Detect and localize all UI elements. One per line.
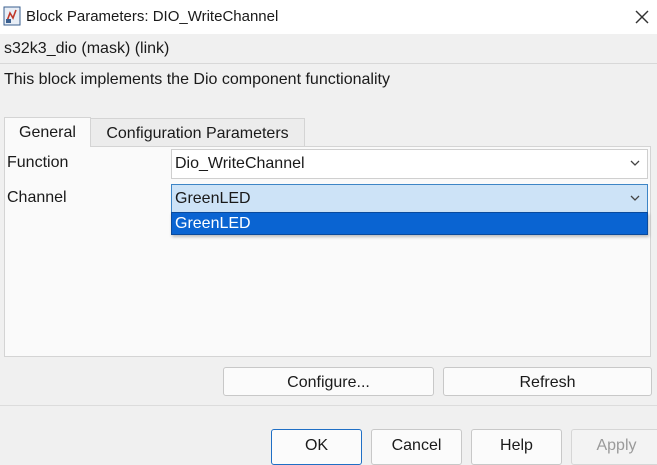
simulink-block-icon bbox=[3, 6, 21, 26]
window-title: Block Parameters: DIO_WriteChannel bbox=[26, 8, 279, 25]
tab-general[interactable]: General bbox=[4, 117, 91, 147]
channel-select-value: GreenLED bbox=[175, 190, 251, 207]
title-bar: Block Parameters: DIO_WriteChannel bbox=[0, 0, 657, 34]
cancel-button[interactable]: Cancel bbox=[371, 429, 462, 465]
chevron-down-icon bbox=[630, 195, 640, 201]
refresh-button[interactable]: Refresh bbox=[443, 367, 652, 396]
function-label: Function bbox=[7, 154, 69, 171]
footer-divider bbox=[0, 405, 657, 406]
channel-dropdown-list: GreenLED bbox=[171, 212, 648, 235]
chevron-down-icon bbox=[630, 160, 640, 166]
header-divider bbox=[0, 63, 657, 64]
function-select[interactable]: Dio_WriteChannel bbox=[171, 149, 648, 179]
close-button[interactable] bbox=[627, 0, 657, 34]
help-button[interactable]: Help bbox=[471, 429, 562, 465]
close-icon bbox=[635, 10, 649, 24]
tab-configuration-parameters[interactable]: Configuration Parameters bbox=[91, 118, 305, 147]
function-select-value: Dio_WriteChannel bbox=[175, 155, 305, 172]
ok-button[interactable]: OK bbox=[271, 429, 362, 465]
apply-button[interactable]: Apply bbox=[571, 429, 657, 465]
channel-select[interactable]: GreenLED bbox=[171, 184, 648, 214]
channel-option-greenled[interactable]: GreenLED bbox=[175, 215, 251, 233]
configure-button[interactable]: Configure... bbox=[223, 367, 434, 396]
block-description: This block implements the Dio component … bbox=[4, 71, 390, 88]
channel-label: Channel bbox=[7, 189, 67, 206]
mask-info-text: s32k3_dio (mask) (link) bbox=[4, 40, 170, 57]
